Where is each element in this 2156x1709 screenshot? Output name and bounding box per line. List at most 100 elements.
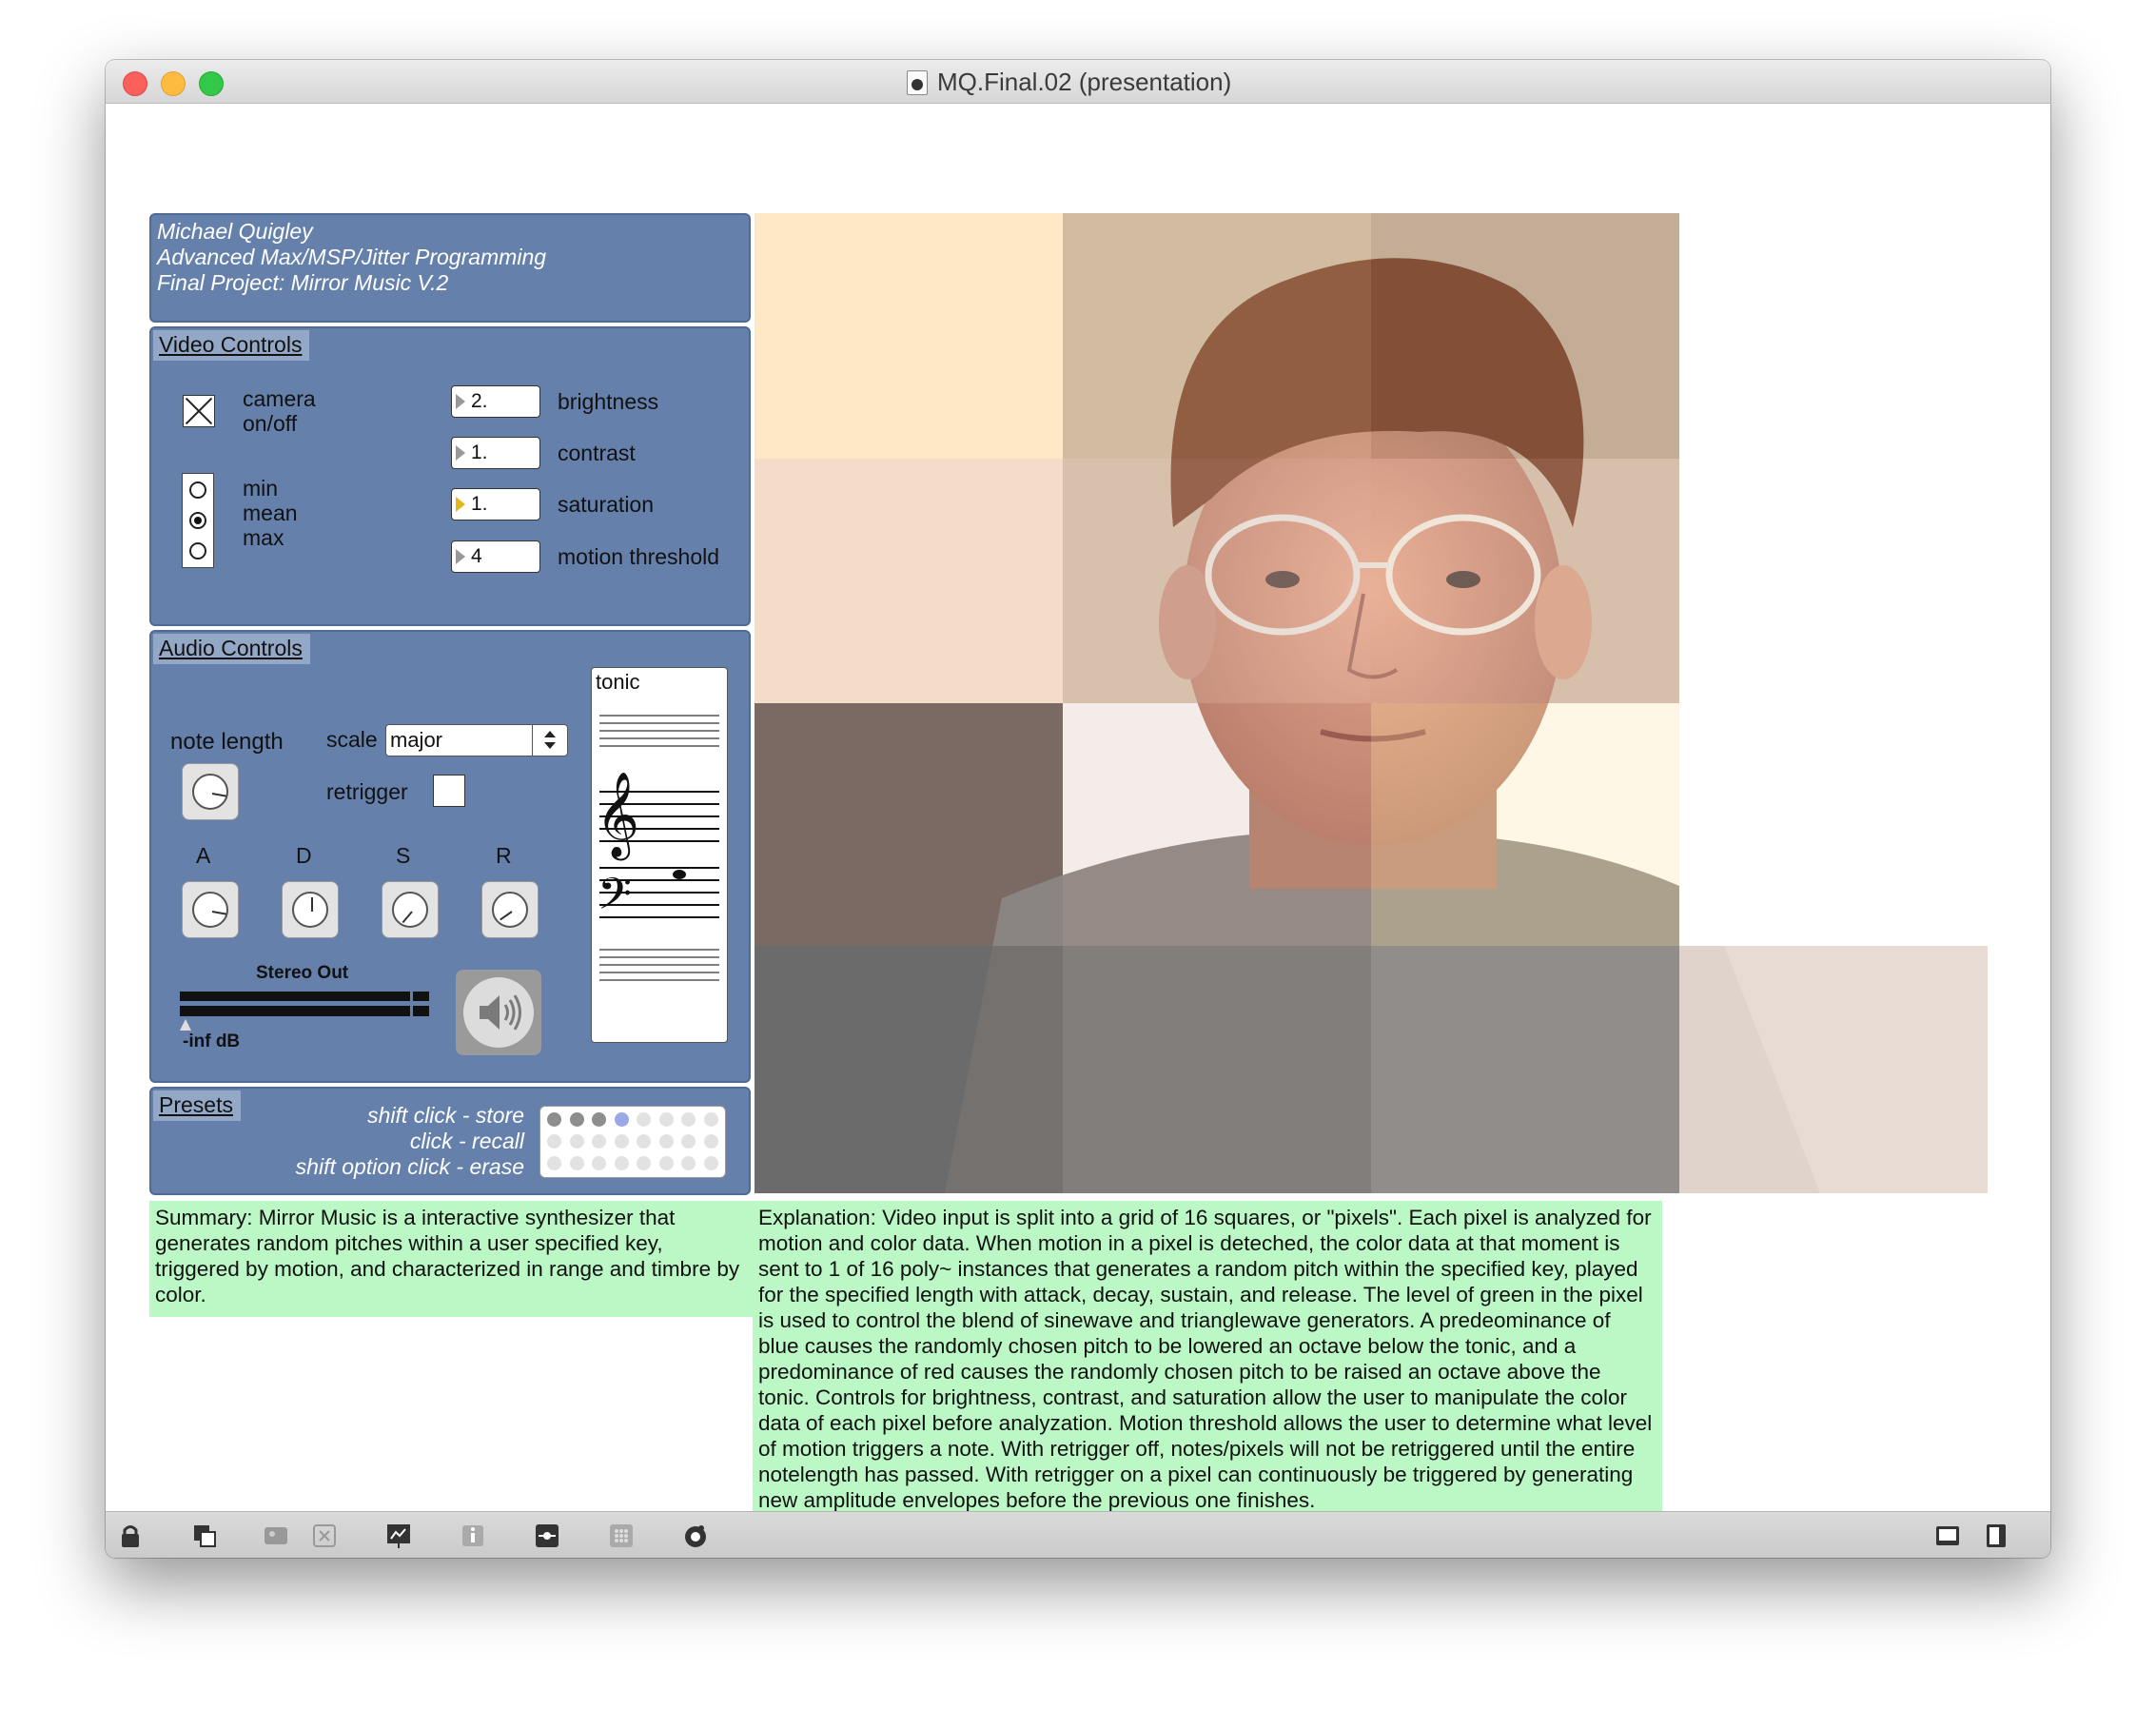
course-text: Advanced Max/MSP/Jitter Programming: [157, 245, 547, 269]
patcher-toolbar: [106, 1511, 2050, 1558]
preset-hint-erase: shift option click - erase: [295, 1154, 524, 1179]
presentation-icon[interactable]: [384, 1522, 413, 1550]
video-controls-panel: Video Controls camera on/off min mean ma…: [149, 326, 751, 626]
video-display: [755, 213, 1988, 1193]
decay-label: D: [296, 843, 312, 868]
scale-label: scale: [326, 727, 378, 752]
preset-slot[interactable]: [637, 1156, 651, 1170]
radio-min[interactable]: [189, 481, 206, 499]
header-panel: Michael Quigley Advanced Max/MSP/Jitter …: [149, 213, 751, 323]
release-label: R: [496, 843, 512, 868]
explanation-comment: Explanation: Video input is split into a…: [753, 1201, 1662, 1547]
summary-comment: Summary: Mirror Music is a interactive s…: [149, 1201, 755, 1317]
audio-on-off-button[interactable]: [456, 970, 541, 1055]
camera-toggle[interactable]: [183, 395, 215, 427]
close-patch-icon[interactable]: [310, 1522, 339, 1550]
patch-cord-icon[interactable]: [533, 1522, 561, 1550]
new-view-icon[interactable]: [190, 1522, 219, 1550]
radio-mean[interactable]: [189, 512, 206, 529]
preset-slot[interactable]: [547, 1156, 561, 1170]
meter-pointer-icon[interactable]: [180, 1019, 191, 1031]
close-window-button[interactable]: [123, 71, 147, 96]
preset-slot[interactable]: [658, 1134, 674, 1149]
contrast-label: contrast: [558, 441, 636, 465]
camera-feed-image: [755, 213, 1988, 1193]
sustain-label: S: [396, 843, 411, 868]
meter-value: -inf dB: [183, 1031, 241, 1051]
palette-icon[interactable]: [262, 1522, 290, 1550]
preset-slot[interactable]: [614, 1112, 629, 1127]
preset-slot[interactable]: [569, 1156, 584, 1170]
document-icon: [907, 70, 928, 95]
grid-icon[interactable]: [607, 1522, 636, 1550]
preset-slot[interactable]: [592, 1156, 606, 1170]
preset-slot[interactable]: [703, 1156, 718, 1170]
preset-slot[interactable]: [703, 1112, 718, 1127]
tonic-staff[interactable]: tonic 𝄞 𝄢: [591, 667, 728, 1043]
note-length-dial[interactable]: [182, 763, 239, 820]
title-bar: MQ.Final.02 (presentation): [106, 60, 2050, 104]
author-text: Michael Quigley: [157, 219, 313, 244]
motion-threshold-number-box[interactable]: 4: [451, 540, 540, 573]
preset-slot[interactable]: [614, 1156, 629, 1170]
contrast-number-box[interactable]: 1.: [451, 437, 540, 469]
console-icon[interactable]: [681, 1522, 710, 1550]
preset-grid[interactable]: [539, 1106, 726, 1178]
presets-panel: Presets shift click - store click - reca…: [149, 1087, 751, 1195]
video-controls-label: Video Controls: [153, 330, 310, 361]
preset-slot[interactable]: [592, 1134, 606, 1149]
preset-slot[interactable]: [614, 1134, 629, 1149]
info-icon[interactable]: [459, 1522, 487, 1550]
preset-slot[interactable]: [592, 1112, 606, 1127]
camera-label-onoff: on/off: [243, 411, 298, 436]
sustain-dial[interactable]: [382, 881, 439, 938]
lock-icon[interactable]: [116, 1522, 145, 1550]
preset-slot[interactable]: [637, 1134, 651, 1149]
stereo-meter: [180, 992, 429, 1016]
brightness-number-box[interactable]: 2.: [451, 385, 540, 418]
stereo-out-label: Stereo Out: [256, 963, 349, 983]
preset-slot[interactable]: [681, 1134, 696, 1149]
preset-slot[interactable]: [681, 1112, 696, 1127]
left-sidebar-icon[interactable]: [1933, 1522, 1962, 1550]
zoom-window-button[interactable]: [199, 71, 224, 96]
chevron-up-down-icon: [532, 725, 567, 756]
mode-radio-group: [182, 473, 214, 568]
attack-dial[interactable]: [182, 881, 239, 938]
retrigger-label: retrigger: [326, 779, 408, 804]
presets-label: Presets: [153, 1090, 241, 1121]
preset-slot[interactable]: [658, 1112, 674, 1127]
patcher-canvas: Michael Quigley Advanced Max/MSP/Jitter …: [106, 104, 2050, 1547]
mode-label-min: min: [243, 476, 279, 501]
preset-slot[interactable]: [681, 1156, 696, 1170]
brightness-label: brightness: [558, 389, 659, 414]
saturation-number-box[interactable]: 1.: [451, 488, 540, 521]
minimize-window-button[interactable]: [161, 71, 186, 96]
release-dial[interactable]: [481, 881, 539, 938]
attack-label: A: [196, 843, 211, 868]
preset-slot[interactable]: [658, 1156, 674, 1170]
retrigger-checkbox[interactable]: [433, 775, 465, 807]
preset-slot[interactable]: [637, 1112, 651, 1127]
window-title: MQ.Final.02 (presentation): [937, 68, 1232, 96]
radio-max[interactable]: [189, 542, 206, 560]
speaker-icon: [463, 977, 534, 1048]
preset-slot[interactable]: [703, 1134, 718, 1149]
saturation-label: saturation: [558, 492, 655, 517]
project-text: Final Project: Mirror Music V.2: [157, 270, 449, 295]
mode-label-max: max: [243, 525, 284, 550]
right-sidebar-icon[interactable]: [1982, 1522, 2010, 1550]
decay-dial[interactable]: [282, 881, 339, 938]
preset-slot[interactable]: [569, 1134, 584, 1149]
camera-label: camera: [243, 386, 316, 411]
preset-slot[interactable]: [547, 1112, 561, 1127]
preset-hint-store: shift click - store: [367, 1103, 524, 1128]
scale-dropdown[interactable]: major: [385, 724, 568, 756]
app-window: MQ.Final.02 (presentation) Michael Quigl…: [106, 60, 2050, 1558]
note-length-label: note length: [170, 729, 284, 755]
preset-slot[interactable]: [547, 1134, 561, 1149]
audio-controls-label: Audio Controls: [153, 634, 310, 664]
preset-slot[interactable]: [569, 1112, 584, 1127]
preset-hint-recall: click - recall: [409, 1129, 524, 1153]
motion-threshold-label: motion threshold: [558, 544, 720, 569]
